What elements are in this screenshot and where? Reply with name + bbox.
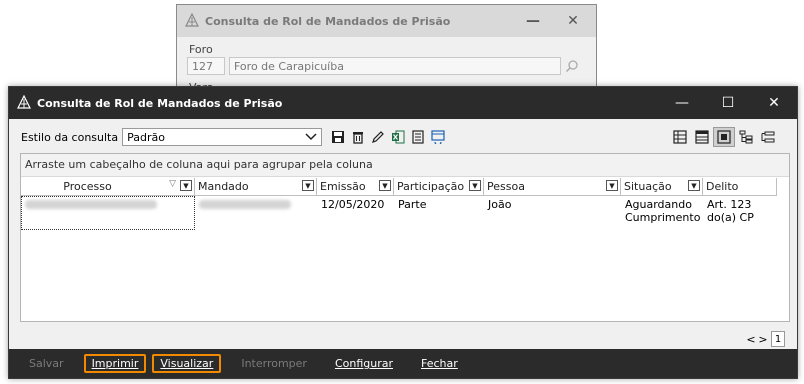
app-logo-icon — [185, 12, 199, 30]
excel-export-icon[interactable] — [388, 128, 408, 146]
edit-icon[interactable] — [368, 128, 388, 146]
table-view-icon[interactable] — [669, 127, 691, 147]
next-page-button[interactable]: > — [757, 333, 769, 346]
column-header-pessoa[interactable]: Pessoa ▼ — [484, 178, 621, 195]
close-icon[interactable]: ✕ — [553, 5, 593, 37]
column-header-delito[interactable]: Delito — [703, 178, 777, 195]
refresh-table-icon[interactable] — [428, 128, 448, 146]
list-view-icon[interactable] — [691, 127, 713, 147]
background-title: Consulta de Rol de Mandados de Prisão — [205, 14, 451, 28]
window-title: Consulta de Rol de Mandados de Prisão — [37, 96, 283, 110]
cell-emissao[interactable]: 12/05/2020 — [317, 196, 394, 230]
print-button[interactable]: Imprimir — [83, 354, 147, 373]
style-select[interactable]: Padrão — [122, 128, 323, 146]
group-by-area[interactable]: Arraste um cabeçalho de coluna aqui para… — [21, 154, 789, 177]
document-icon[interactable] — [408, 128, 428, 146]
column-header-label: Situação — [624, 180, 672, 193]
chevron-down-icon — [305, 131, 317, 144]
filter-icon: ▽ — [169, 179, 176, 189]
minimize-icon[interactable]: — — [659, 87, 705, 119]
column-header-emissao[interactable]: Emissão ▼ — [317, 178, 394, 195]
configure-button[interactable]: Configurar — [327, 354, 401, 373]
app-logo-icon — [17, 94, 31, 112]
table-row[interactable]: 12/05/2020 Parte João Aguardando Cumprim… — [21, 196, 777, 230]
detail-view-icon[interactable] — [713, 127, 735, 147]
column-headers: Processo ▽ ▼ Mandado ▼ Emissão ▼ Partici… — [21, 178, 777, 196]
column-header-processo[interactable]: Processo ▽ ▼ — [21, 178, 195, 195]
foro-name-input[interactable]: Foro de Carapicuíba — [229, 57, 561, 75]
close-button[interactable]: Fechar — [413, 354, 466, 373]
column-dropdown-icon[interactable]: ▼ — [469, 180, 481, 191]
column-header-label: Delito — [706, 180, 739, 193]
cell-mandado[interactable] — [195, 196, 317, 230]
column-header-participacao[interactable]: Participação ▼ — [394, 178, 484, 195]
close-icon[interactable]: ✕ — [751, 87, 797, 119]
action-bar: Salvar Imprimir Visualizar Interromper C… — [9, 349, 797, 378]
search-icon[interactable] — [565, 59, 579, 76]
cell-participacao[interactable]: Parte — [394, 196, 484, 230]
save-icon[interactable] — [328, 128, 348, 146]
pager: < > 1 — [745, 331, 785, 347]
style-value: Padrão — [127, 130, 165, 144]
previous-page-button[interactable]: < — [745, 333, 757, 346]
column-dropdown-icon[interactable]: ▼ — [688, 180, 700, 191]
column-dropdown-icon[interactable]: ▼ — [379, 180, 391, 191]
column-dropdown-icon[interactable]: ▼ — [180, 180, 192, 191]
background-dialog: Consulta de Rol de Mandados de Prisão — … — [176, 4, 597, 94]
column-header-label: Emissão — [320, 180, 366, 193]
column-header-label: Pessoa — [487, 180, 525, 193]
main-titlebar: Consulta de Rol de Mandados de Prisão — … — [9, 87, 797, 119]
cell-pessoa[interactable]: João — [484, 196, 621, 230]
foro-code-input[interactable]: 127 — [187, 57, 225, 75]
column-dropdown-icon[interactable]: ▼ — [302, 180, 314, 191]
query-style-toolbar: Estilo da consulta Padrão — [21, 127, 448, 147]
cell-processo[interactable] — [21, 196, 195, 230]
column-header-label: Processo — [63, 180, 112, 193]
delete-icon[interactable] — [348, 128, 368, 146]
foro-label: Foro — [189, 43, 213, 56]
preview-button[interactable]: Visualizar — [152, 354, 222, 373]
column-header-situacao[interactable]: Situação ▼ — [621, 178, 703, 195]
column-header-mandado[interactable]: Mandado ▼ — [195, 178, 317, 195]
redacted-mandado — [199, 200, 291, 209]
tree-view-icon[interactable] — [735, 127, 757, 147]
minimize-icon[interactable]: — — [513, 5, 553, 37]
style-label: Estilo da consulta — [21, 130, 119, 144]
cell-delito[interactable]: Art. 123 do(a) CP — [703, 196, 777, 230]
cell-situacao[interactable]: Aguardando Cumprimento — [621, 196, 703, 230]
column-header-label: Mandado — [198, 180, 249, 193]
results-grid: Arraste um cabeçalho de coluna aqui para… — [20, 153, 790, 322]
main-window: Consulta de Rol de Mandados de Prisão — … — [8, 86, 798, 379]
maximize-icon[interactable]: ☐ — [705, 87, 751, 119]
interrupt-button[interactable]: Interromper — [233, 354, 315, 373]
redacted-processo — [25, 200, 157, 209]
page-number[interactable]: 1 — [771, 331, 785, 347]
view-mode-toolbar — [669, 127, 779, 147]
save-button[interactable]: Salvar — [21, 354, 72, 373]
column-dropdown-icon[interactable]: ▼ — [606, 180, 618, 191]
group-view-icon[interactable] — [757, 127, 779, 147]
background-titlebar: Consulta de Rol de Mandados de Prisão — … — [177, 5, 596, 37]
column-header-label: Participação — [397, 180, 465, 193]
